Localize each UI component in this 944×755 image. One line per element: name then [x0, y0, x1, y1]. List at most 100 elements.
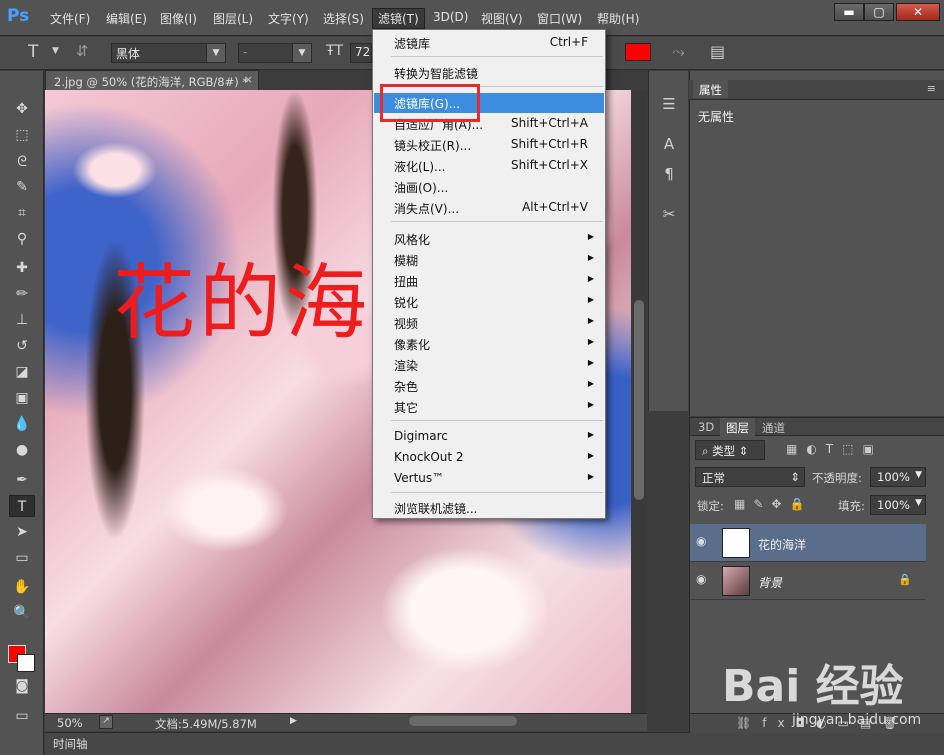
- hand-tool-icon[interactable]: ✋: [9, 576, 35, 598]
- layer-filter-icons[interactable]: ▦◐T⬚▣: [786, 442, 883, 456]
- healing-brush-tool-icon[interactable]: ✚: [9, 257, 35, 279]
- vertical-scroll-thumb[interactable]: [634, 300, 644, 500]
- move-tool-icon[interactable]: ✥: [9, 98, 35, 120]
- horizontal-scroll-thumb[interactable]: [409, 716, 517, 726]
- pen-tool-icon[interactable]: ✒: [9, 469, 35, 491]
- vertical-scrollbar[interactable]: [631, 90, 647, 714]
- menu-item-vertus[interactable]: Vertus™ ▶: [374, 469, 604, 489]
- layer-row[interactable]: ◉ 背景 🔒: [690, 562, 926, 600]
- close-button[interactable]: ✕: [896, 3, 940, 21]
- menu-item-label: 转换为智能滤镜: [394, 67, 479, 81]
- timeline-label[interactable]: 时间轴: [53, 736, 88, 752]
- tool-preset-chevron-icon[interactable]: ▼: [52, 46, 59, 56]
- menu-layer[interactable]: 图层(L): [213, 10, 253, 27]
- blend-mode-select[interactable]: 正常 ⇕: [695, 467, 805, 487]
- panel-menu-icon[interactable]: ≡: [927, 82, 936, 95]
- status-menu-arrow-icon[interactable]: ▶: [290, 716, 297, 726]
- screen-mode-icon[interactable]: ▭: [9, 705, 35, 727]
- menu-help[interactable]: 帮助(H): [597, 10, 639, 27]
- layer-filter-kind[interactable]: ⌕ 类型 ⇕: [695, 440, 765, 460]
- character-panel-icon[interactable]: A: [657, 133, 681, 155]
- opacity-field[interactable]: 100% ▼: [870, 467, 926, 487]
- menu-item-noise[interactable]: 杂色 ▶: [374, 376, 604, 396]
- minimize-button[interactable]: ▬: [834, 3, 864, 21]
- eraser-tool-icon[interactable]: ◪: [9, 361, 35, 383]
- menu-item-video[interactable]: 视频 ▶: [374, 313, 604, 333]
- menu-item-distort[interactable]: 扭曲 ▶: [374, 271, 604, 291]
- share-icon[interactable]: ↗: [99, 715, 113, 729]
- menu-3d[interactable]: 3D(D): [433, 10, 468, 24]
- font-family-dropdown[interactable]: ▼: [206, 43, 226, 63]
- timeline-panel-bar[interactable]: 时间轴: [45, 732, 944, 755]
- lock-icons[interactable]: ▦✎✥🔒: [734, 497, 812, 511]
- shape-tool-icon[interactable]: ▭: [9, 547, 35, 569]
- lasso-tool-icon[interactable]: ᘓ: [9, 151, 35, 173]
- quick-mask-icon[interactable]: ◙: [9, 675, 35, 697]
- visibility-eye-icon[interactable]: ◉: [696, 534, 712, 548]
- layer-row[interactable]: ◉ 花的海洋: [690, 524, 926, 562]
- fill-field[interactable]: 100% ▼: [870, 495, 926, 515]
- font-family-field[interactable]: 黑体: [111, 43, 207, 63]
- blur-tool-icon[interactable]: 💧: [9, 413, 35, 435]
- font-size-field[interactable]: 72: [350, 43, 372, 63]
- tool-presets-icon[interactable]: ✂: [657, 203, 681, 225]
- brush-tool-icon[interactable]: ✏: [9, 283, 35, 305]
- menu-item-last-filter[interactable]: 滤镜库 Ctrl+F: [374, 33, 604, 53]
- tab-properties[interactable]: 属性: [693, 80, 728, 98]
- tab-3d[interactable]: 3D: [692, 418, 720, 436]
- font-style-field[interactable]: -: [238, 43, 294, 63]
- zoom-tool-icon[interactable]: 🔍: [9, 602, 35, 624]
- menu-file[interactable]: 文件(F): [50, 10, 90, 27]
- tab-layers[interactable]: 图层: [720, 418, 755, 436]
- menu-item-convert-smart-filter[interactable]: 转换为智能滤镜: [374, 63, 604, 83]
- menu-item-sharpen[interactable]: 锐化 ▶: [374, 292, 604, 312]
- menu-view[interactable]: 视图(V): [481, 10, 523, 27]
- orientation-toggle-icon[interactable]: ⇵: [76, 42, 89, 60]
- history-panel-icon[interactable]: ☰: [657, 93, 681, 115]
- history-brush-tool-icon[interactable]: ↺: [9, 335, 35, 357]
- visibility-eye-icon[interactable]: ◉: [696, 572, 712, 586]
- menu-item-pixelate[interactable]: 像素化 ▶: [374, 334, 604, 354]
- text-color-swatch[interactable]: [625, 43, 651, 61]
- menu-item-stylize[interactable]: 风格化 ▶: [374, 229, 604, 249]
- maximize-button[interactable]: ▢: [864, 3, 894, 21]
- layer-name[interactable]: 背景: [758, 574, 782, 591]
- quick-select-tool-icon[interactable]: ✎: [9, 176, 35, 198]
- menu-item-digimarc[interactable]: Digimarc ▶: [374, 427, 604, 447]
- menu-item-liquify[interactable]: 液化(L)... Shift+Ctrl+X: [374, 156, 604, 176]
- eyedropper-tool-icon[interactable]: ⚲: [9, 228, 35, 250]
- menu-select[interactable]: 选择(S): [323, 10, 364, 27]
- menu-edit[interactable]: 编辑(E): [106, 10, 147, 27]
- menu-type[interactable]: 文字(Y): [268, 10, 309, 27]
- menu-item-other[interactable]: 其它 ▶: [374, 397, 604, 417]
- document-tab[interactable]: 2.jpg @ 50% (花的海洋, RGB/8#) * ×: [45, 70, 259, 90]
- menu-item-oil-paint[interactable]: 油画(O)...: [374, 177, 604, 197]
- dodge-tool-icon[interactable]: ●: [9, 439, 35, 461]
- menu-window[interactable]: 窗口(W): [537, 10, 582, 27]
- menu-item-vanishing-point[interactable]: 消失点(V)... Alt+Ctrl+V: [374, 198, 604, 218]
- menu-item-blur[interactable]: 模糊 ▶: [374, 250, 604, 270]
- annotation-highlight-box: [380, 84, 480, 122]
- paragraph-panel-icon[interactable]: ¶: [657, 163, 681, 185]
- type-tool-icon[interactable]: T: [9, 495, 35, 517]
- text-tool-icon[interactable]: T: [28, 42, 38, 62]
- font-style-dropdown[interactable]: ▼: [292, 43, 312, 63]
- character-panel-icon[interactable]: ▤: [710, 42, 725, 61]
- warp-text-icon[interactable]: ⤳: [672, 42, 685, 62]
- menu-item-knockout[interactable]: KnockOut 2 ▶: [374, 448, 604, 468]
- layer-name[interactable]: 花的海洋: [758, 536, 806, 553]
- background-color-swatch[interactable]: [17, 654, 35, 672]
- tab-channels[interactable]: 通道: [756, 418, 791, 436]
- zoom-level[interactable]: 50%: [57, 716, 83, 730]
- menu-filter[interactable]: 滤镜(T): [372, 8, 425, 29]
- menu-item-browse-online-filters[interactable]: 浏览联机滤镜...: [374, 498, 604, 518]
- menu-item-lens-correction[interactable]: 镜头校正(R)... Shift+Ctrl+R: [374, 135, 604, 155]
- marquee-tool-icon[interactable]: ⬚: [9, 124, 35, 146]
- stamp-tool-icon[interactable]: ⊥: [9, 309, 35, 331]
- path-select-tool-icon[interactable]: ➤: [9, 521, 35, 543]
- crop-tool-icon[interactable]: ⌗: [9, 202, 35, 224]
- close-document-icon[interactable]: ×: [244, 73, 253, 86]
- gradient-tool-icon[interactable]: ▣: [9, 387, 35, 409]
- menu-item-render[interactable]: 渲染 ▶: [374, 355, 604, 375]
- menu-image[interactable]: 图像(I): [160, 10, 197, 27]
